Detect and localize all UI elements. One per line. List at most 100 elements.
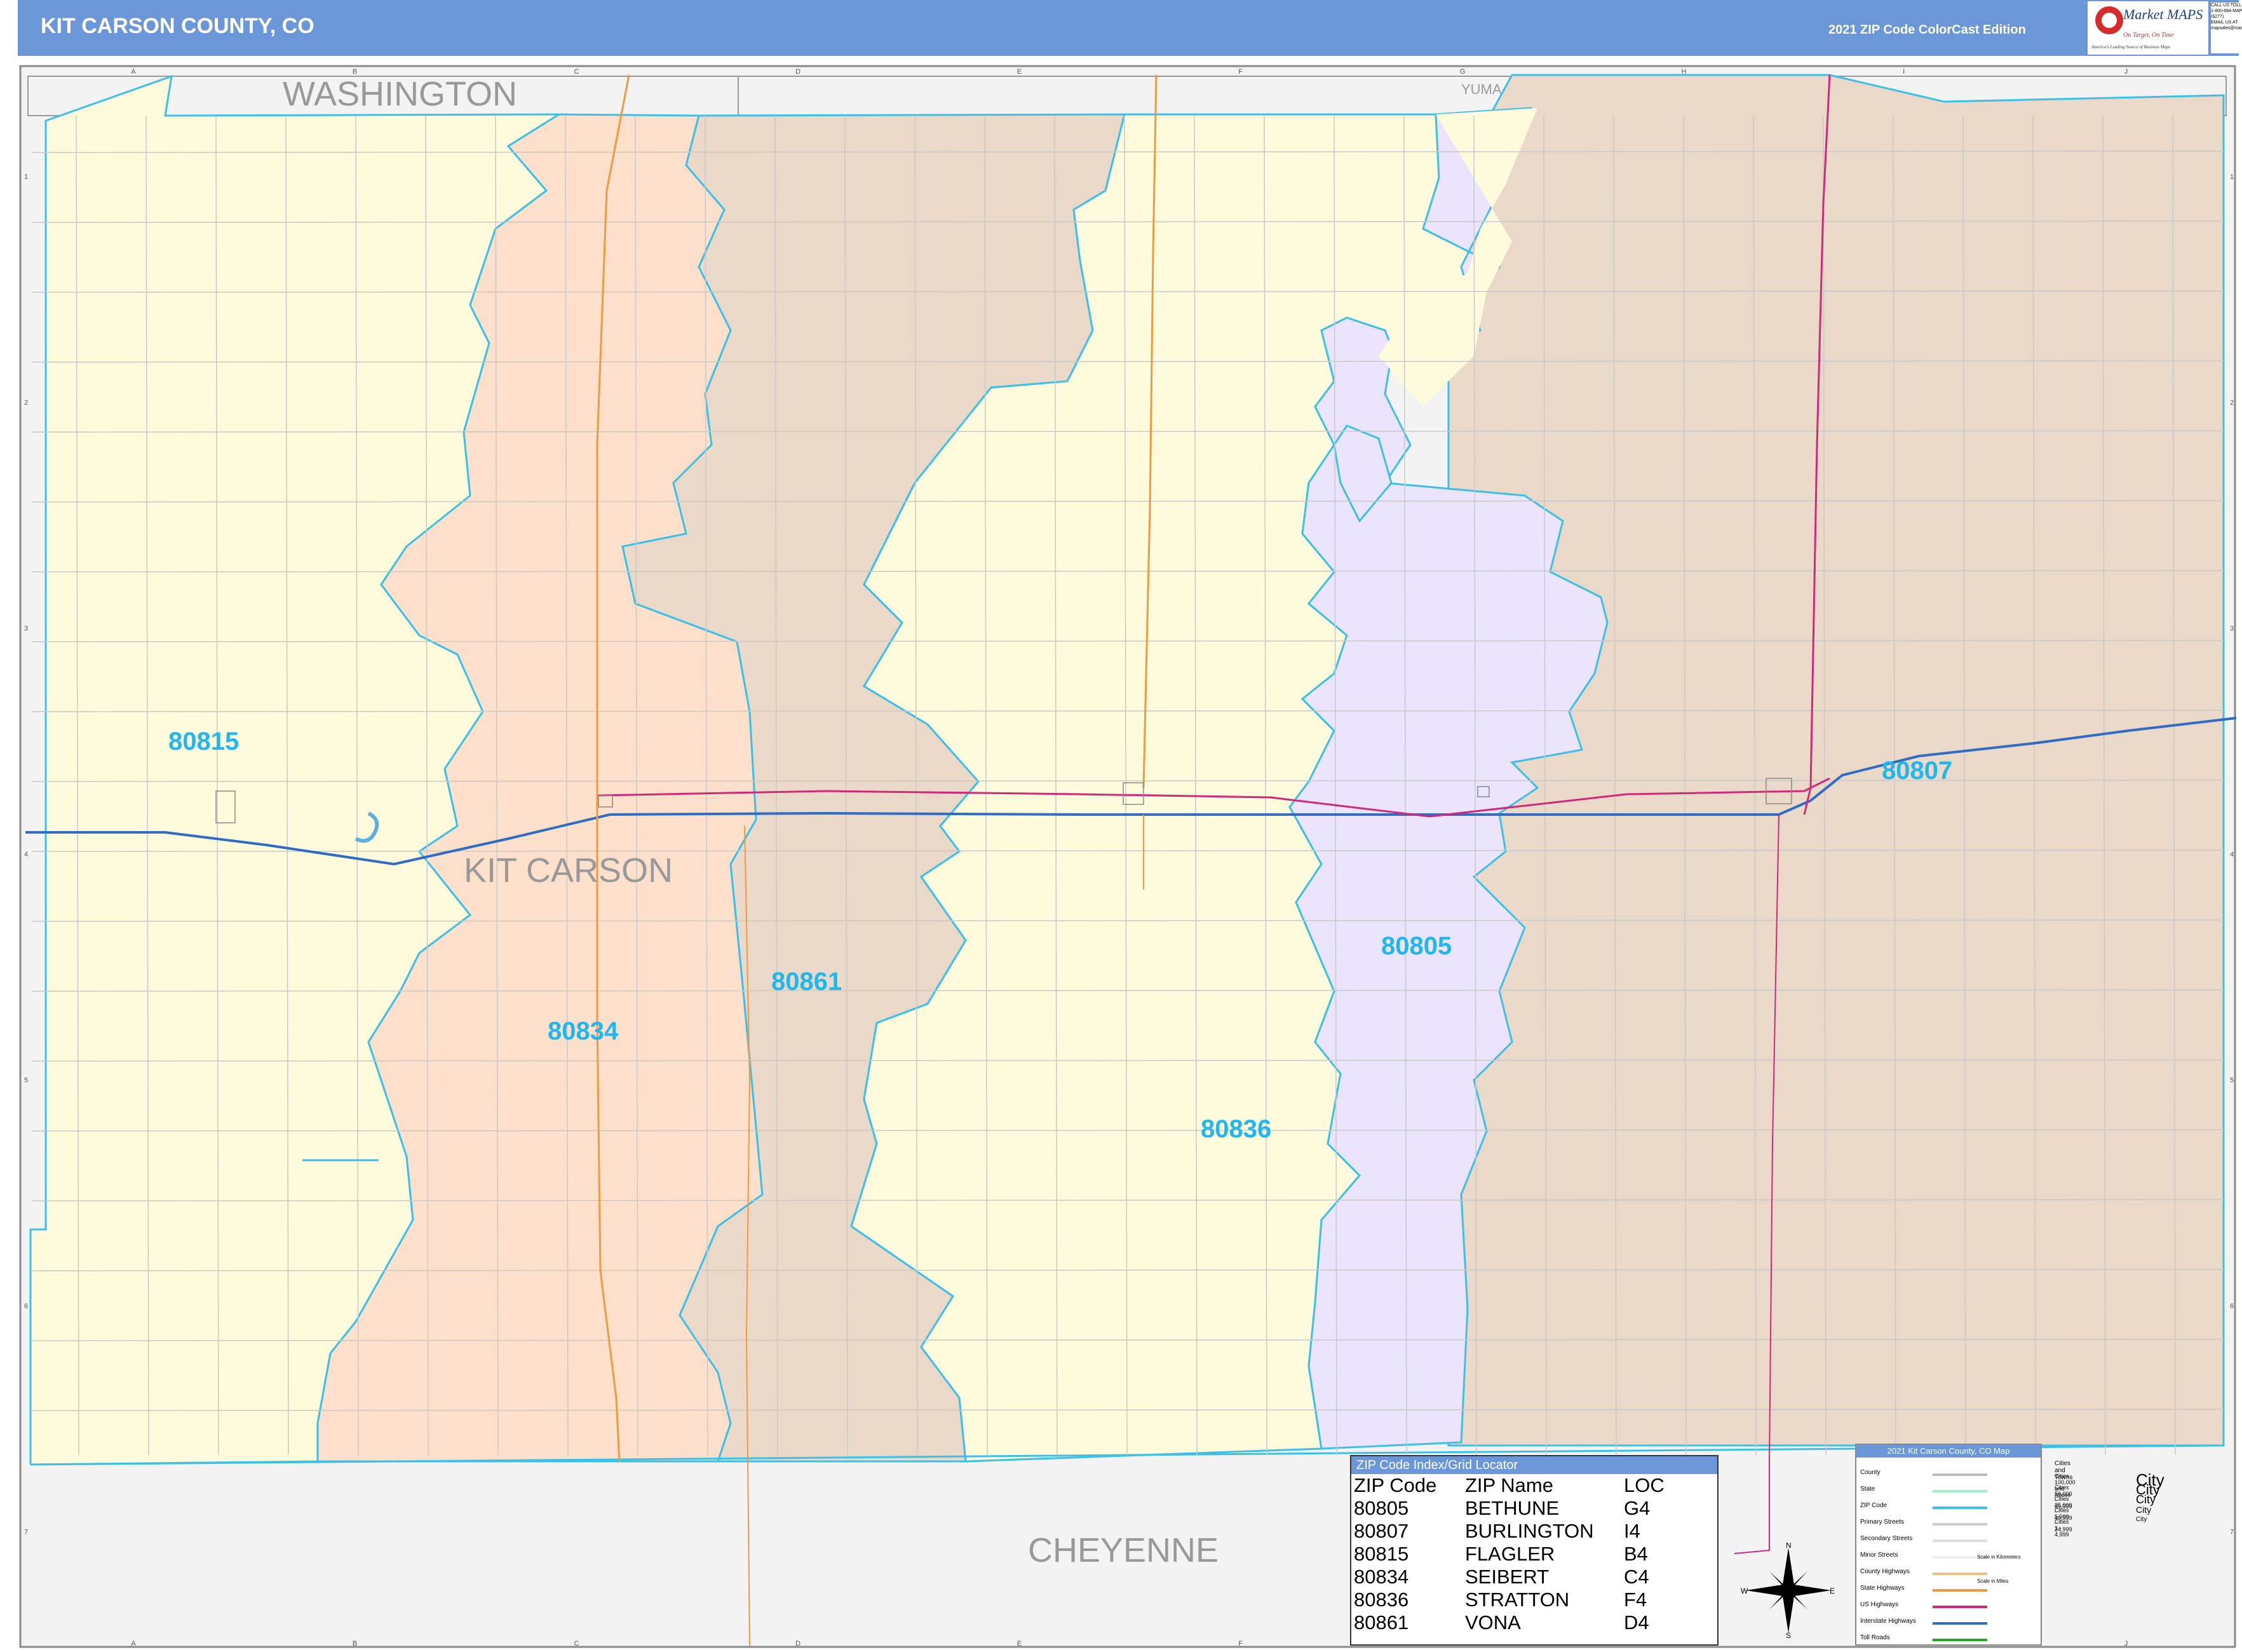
loc-cell: G4 <box>1624 1497 1651 1519</box>
zip-area-80807 <box>1447 74 2225 1447</box>
grid-column-label: J <box>2124 68 2128 76</box>
grid-row-label: 3 <box>24 625 28 633</box>
legend-item-label: Minor Streets <box>1860 1552 1898 1559</box>
zip-index-row: 80807 BURLINGTON I4 <box>1354 1520 1665 1543</box>
legend-city-sample: City <box>2136 1505 2152 1515</box>
legend-item-label: Secondary Streets <box>1860 1535 1913 1542</box>
map-legend: 2021 Kit Carson County, CO Map County Sta… <box>1855 1444 2164 1646</box>
legend-item-label: State <box>1860 1486 1875 1493</box>
zip-index-row: 80815 FLAGLER B4 <box>1354 1543 1665 1566</box>
legend-line-swatch <box>1933 1473 1987 1476</box>
legend-item-label: State Highways <box>1860 1585 1905 1592</box>
loc-cell: C4 <box>1624 1566 1649 1588</box>
grid-row-label: 7 <box>2230 1528 2234 1536</box>
legend-item-label: Primary Streets <box>1860 1519 1904 1526</box>
zip-label-80815: 80815 <box>168 728 239 755</box>
legend-item-label: Interstate Highways <box>1860 1618 1916 1625</box>
legend-item-label: ZIP Code <box>1860 1502 1887 1509</box>
loc-cell: D4 <box>1624 1611 1649 1634</box>
name-col-header: ZIP Name <box>1465 1474 1553 1496</box>
legend-line-swatch <box>1933 1490 1987 1493</box>
name-cell: VONA <box>1465 1611 1521 1634</box>
zip-cell: 80815 <box>1354 1543 1409 1565</box>
grid-column-label: G <box>1460 68 1466 76</box>
zip-index-title: ZIP Code Index/Grid Locator <box>1351 1456 1717 1474</box>
grid-column-label: B <box>353 1640 357 1648</box>
grid-column-label: C <box>574 68 579 76</box>
neighbor-county-washington: WASHINGTON <box>283 75 517 113</box>
grid-column-label: D <box>795 1640 800 1648</box>
name-cell: BURLINGTON <box>1465 1520 1594 1542</box>
county-name-label: KIT CARSON <box>464 851 673 890</box>
grid-column-label: B <box>353 68 357 76</box>
zip-code-index: ZIP Code Index/Grid Locator ZIP Code ZIP… <box>1350 1455 1719 1646</box>
zip-index-row: 80834 SEIBERT C4 <box>1354 1566 1665 1588</box>
zip-index-table: ZIP Code ZIP Name LOC 80805 BETHUNE G4 808… <box>1354 1474 1665 1634</box>
grid-row-label: 4 <box>24 851 28 858</box>
grid-column-label: A <box>131 1640 136 1648</box>
neighbor-county-cheyenne: CHEYENNE <box>1028 1531 1219 1569</box>
grid-row-label: 2 <box>24 399 28 407</box>
legend-line-swatch <box>1933 1540 1987 1542</box>
grid-column-label: F <box>1238 1640 1243 1648</box>
legend-city-sample: City <box>2136 1516 2147 1523</box>
grid-row-label: 6 <box>24 1303 28 1310</box>
grid-column-label: J <box>2124 1640 2128 1648</box>
grid-row-label: 5 <box>2230 1076 2234 1084</box>
compass-n: N <box>1786 1543 1792 1550</box>
zip-label-80836: 80836 <box>1201 1115 1271 1143</box>
grid-row-label: 1 <box>2230 173 2234 181</box>
neighbor-county-yuma: YUMA <box>1461 81 1502 97</box>
zip-cell: 80836 <box>1354 1588 1409 1611</box>
cities-title: Cities and Towns <box>2055 1460 2073 1481</box>
compass-rose-icon: N S W E <box>1741 1543 1835 1638</box>
grid-row-label: 2 <box>2230 399 2234 407</box>
legend-item-label: County Highways <box>1860 1568 1910 1575</box>
grid-row-label: 4 <box>2230 851 2234 858</box>
loc-cell: I4 <box>1624 1520 1640 1542</box>
legend-city-range: Cities 1 - 4,999 <box>2055 1519 2069 1538</box>
loc-col-header: LOC <box>1624 1474 1665 1496</box>
zip-label-80834: 80834 <box>548 1017 619 1045</box>
grid-column-label: D <box>795 68 800 76</box>
legend-title: 2021 Kit Carson County, CO Map <box>1856 1445 2041 1458</box>
zip-label-80861: 80861 <box>771 968 842 996</box>
grid-column-label: E <box>1017 1640 1022 1648</box>
loc-cell: B4 <box>1624 1543 1648 1565</box>
legend-item-label: US Highways <box>1860 1601 1899 1608</box>
legend-line-swatch <box>1933 1639 1987 1641</box>
grid-column-label: A <box>131 68 136 76</box>
legend-line-swatch <box>1933 1589 1987 1592</box>
grid-column-label: C <box>574 1640 579 1648</box>
zip-index-header-row: ZIP Code ZIP Name LOC <box>1354 1474 1665 1497</box>
zip-label-80805: 80805 <box>1381 932 1452 960</box>
name-cell: FLAGLER <box>1465 1543 1555 1565</box>
legend-line-swatch <box>1933 1606 1987 1608</box>
loc-cell: F4 <box>1624 1588 1647 1611</box>
scale-km-label: Scale in Kilometers <box>1977 1554 2021 1560</box>
legend-item-label: Toll Roads <box>1860 1634 1890 1641</box>
grid-row-label: 1 <box>24 173 28 181</box>
grid-column-label: E <box>1017 68 1022 76</box>
name-cell: SEIBERT <box>1465 1566 1550 1588</box>
grid-row-label: 5 <box>24 1076 28 1084</box>
zip-index-row: 80861 VONA D4 <box>1354 1611 1665 1634</box>
scale-mi-label: Scale in Miles <box>1977 1578 2009 1584</box>
grid-column-label: H <box>1682 68 1687 76</box>
zip-index-row: 80836 STRATTON F4 <box>1354 1588 1665 1611</box>
grid-row-label: 7 <box>24 1528 28 1536</box>
name-cell: STRATTON <box>1465 1588 1570 1611</box>
compass-s: S <box>1786 1631 1791 1638</box>
name-cell: BETHUNE <box>1465 1497 1560 1519</box>
county-map: WASHINGTON YUMA CHEYENNE KIT CARSON 8081… <box>19 65 2237 1648</box>
zip-index-row: 80805 BETHUNE G4 <box>1354 1497 1665 1520</box>
zip-cell: 80805 <box>1354 1497 1409 1519</box>
legend-line-swatch <box>1933 1573 1987 1575</box>
zip-cell: 80807 <box>1354 1520 1409 1542</box>
grid-column-label: F <box>1238 68 1243 76</box>
compass-e: E <box>1830 1587 1835 1595</box>
legend-line-swatch <box>1933 1523 1987 1526</box>
legend-line-swatch <box>1933 1622 1987 1625</box>
legend-item-label: County <box>1860 1469 1881 1476</box>
zip-cell: 80834 <box>1354 1566 1409 1588</box>
